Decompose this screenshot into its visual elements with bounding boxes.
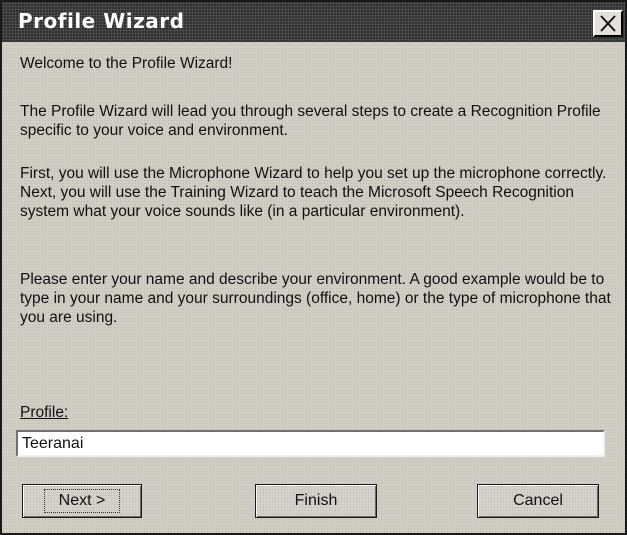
profile-wizard-window: Profile Wizard Welcome to the Profile Wi… [0,0,627,535]
cancel-button-label: Cancel [513,492,563,509]
window-title: Profile Wizard [18,9,185,33]
finish-button[interactable]: Finish [255,484,377,518]
finish-button-label: Finish [294,492,338,509]
profile-hint-paragraph: Please enter your name and describe your… [20,271,611,326]
close-icon [600,15,616,32]
title-bar[interactable]: Profile Wizard [2,2,625,42]
profile-label: Profile: [20,404,68,422]
next-button-label: Next > [43,489,121,513]
close-button[interactable] [593,10,623,37]
welcome-text: Welcome to the Profile Wizard! [20,55,233,72]
next-button[interactable]: Next > [22,484,142,518]
profile-input[interactable] [16,430,605,457]
cancel-button[interactable]: Cancel [477,484,599,518]
instructions-paragraph: First, you will use the Microphone Wizar… [20,165,607,220]
profile-label-text: Profile: [20,404,69,421]
intro-paragraph: The Profile Wizard will lead you through… [20,103,601,139]
